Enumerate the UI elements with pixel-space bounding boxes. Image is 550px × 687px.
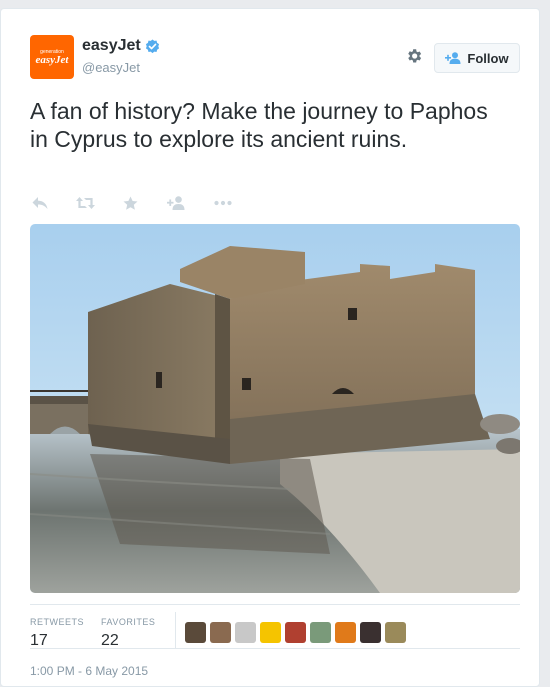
favorite-button[interactable] bbox=[123, 193, 138, 213]
stats-divider-top bbox=[30, 604, 520, 605]
user-name[interactable]: easyJet bbox=[82, 37, 141, 55]
favorites-label: FAVORITES bbox=[101, 617, 156, 627]
favoriters-list bbox=[185, 622, 410, 643]
user-name-row[interactable]: easyJet bbox=[82, 37, 160, 55]
more-icon bbox=[214, 200, 232, 206]
favoriter-avatar[interactable] bbox=[385, 622, 406, 643]
retweet-icon bbox=[76, 197, 95, 209]
avatar-logo: easyJet bbox=[35, 53, 69, 66]
retweet-button[interactable] bbox=[76, 193, 95, 213]
favoriter-avatar[interactable] bbox=[185, 622, 206, 643]
gear-icon[interactable] bbox=[405, 47, 423, 65]
tweet-text: A fan of history? Make the journey to Pa… bbox=[30, 98, 488, 152]
follow-button[interactable]: Follow bbox=[434, 43, 520, 73]
tweet-card: generation easyJet easyJet @easyJet Foll… bbox=[0, 8, 540, 687]
follow-icon bbox=[445, 52, 461, 64]
reply-button[interactable] bbox=[32, 193, 48, 213]
avatar[interactable]: generation easyJet bbox=[30, 35, 74, 79]
retweets-stat[interactable]: RETWEETS 17 bbox=[30, 617, 84, 650]
tweet-photo[interactable] bbox=[30, 224, 520, 593]
favoriter-avatar[interactable] bbox=[285, 622, 306, 643]
stats-separator bbox=[175, 612, 176, 648]
follow-action-button[interactable] bbox=[167, 193, 185, 213]
retweets-label: RETWEETS bbox=[30, 617, 85, 627]
user-handle[interactable]: @easyJet bbox=[82, 60, 140, 75]
favorites-stat[interactable]: FAVORITES 22 bbox=[101, 617, 155, 650]
favoriter-avatar[interactable] bbox=[335, 622, 356, 643]
favoriter-avatar[interactable] bbox=[260, 622, 281, 643]
stats-divider-bottom bbox=[30, 648, 520, 649]
favoriter-avatar[interactable] bbox=[360, 622, 381, 643]
tweet-timestamp[interactable]: 1:00 PM - 6 May 2015 bbox=[30, 664, 148, 678]
more-button[interactable] bbox=[214, 193, 232, 213]
paphos-castle-photo bbox=[30, 224, 520, 593]
reply-icon bbox=[32, 197, 48, 209]
favoriter-avatar[interactable] bbox=[235, 622, 256, 643]
verified-badge-icon bbox=[145, 38, 159, 53]
favorite-icon bbox=[123, 196, 138, 210]
favoriter-avatar[interactable] bbox=[210, 622, 231, 643]
favoriter-avatar[interactable] bbox=[310, 622, 331, 643]
follow-user-icon bbox=[167, 196, 185, 210]
follow-label: Follow bbox=[467, 50, 509, 66]
